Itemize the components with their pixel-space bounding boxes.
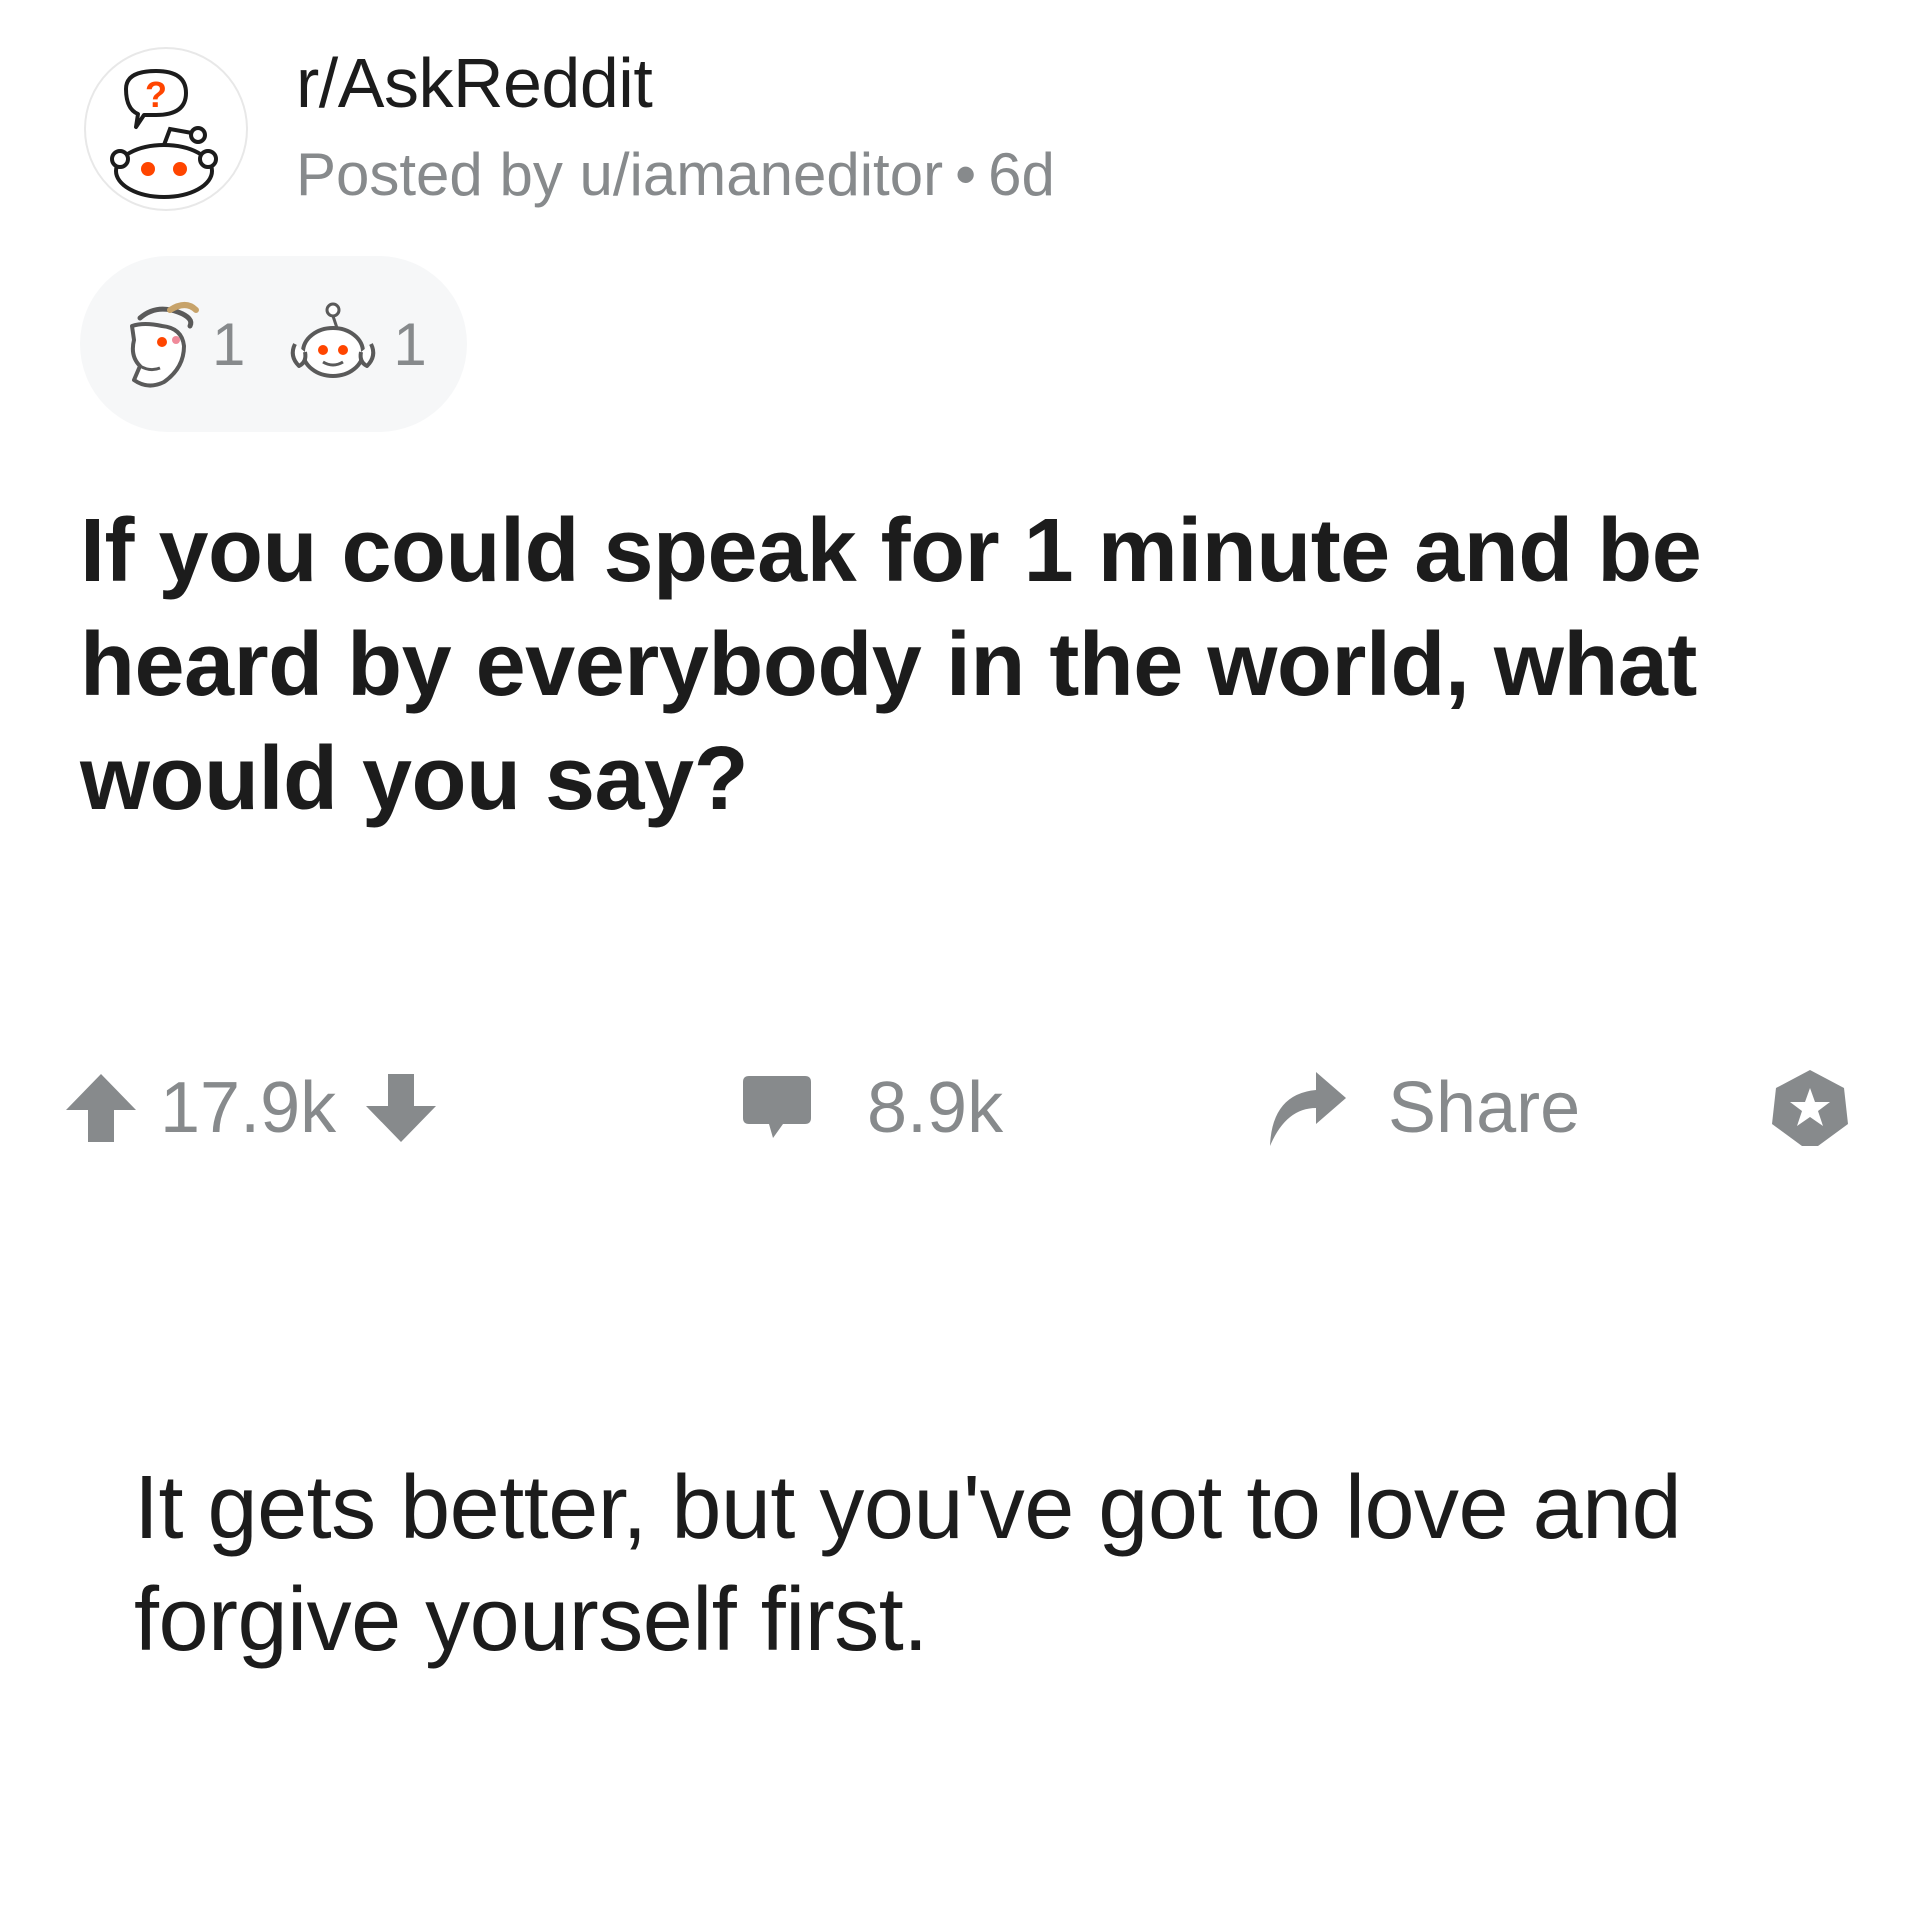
subreddit-avatar[interactable]: ? [84,47,248,211]
author-link[interactable]: u/iamaneditor [580,133,944,217]
award-star-icon [1772,1070,1848,1146]
subreddit-name[interactable]: r/AskReddit [296,41,1055,125]
award-count: 1 [393,310,427,378]
post-age: 6d [988,141,1055,208]
vote-group: 17.9k [64,1058,438,1158]
share-button[interactable]: Share [1264,1058,1580,1158]
meta-separator: • [955,141,977,208]
comment-bubble-icon [743,1076,811,1138]
post-action-bar: 17.9k 8.9k Share [64,1058,1864,1158]
post-header: ? r/AskReddit Posted by u/iamaneditor • 6d [84,44,1055,214]
comments-button[interactable]: 8.9k [739,1058,1003,1158]
askreddit-snoo-icon: ? [110,69,218,199]
wholesome-snoo-award-icon [291,302,376,378]
post-title[interactable]: If you could speak for 1 minute and be h… [80,494,1780,836]
posted-by-label: Posted by [296,141,563,208]
vote-score: 17.9k [160,1068,337,1148]
svg-text:?: ? [145,74,167,115]
goat-award-icon [130,302,199,388]
awards-pill[interactable]: 1 1 [80,256,467,432]
award-wholesome: 1 [285,296,427,392]
upvote-button[interactable] [64,1070,138,1146]
share-arrow-icon [1270,1072,1346,1146]
header-text: r/AskReddit Posted by u/iamaneditor • 6d [296,41,1055,217]
downvote-arrow-icon [366,1074,437,1142]
upvote-arrow-icon [66,1074,136,1142]
give-award-button[interactable] [1768,1058,1852,1158]
award-goat: 1 [120,296,245,392]
share-label: Share [1388,1068,1581,1148]
post-meta: Posted by u/iamaneditor • 6d [296,133,1055,217]
comment-count: 8.9k [867,1068,1004,1148]
comment-text: It gets better, but you've got to love a… [134,1458,1682,1670]
downvote-button[interactable] [364,1070,438,1146]
award-count: 1 [212,310,246,378]
